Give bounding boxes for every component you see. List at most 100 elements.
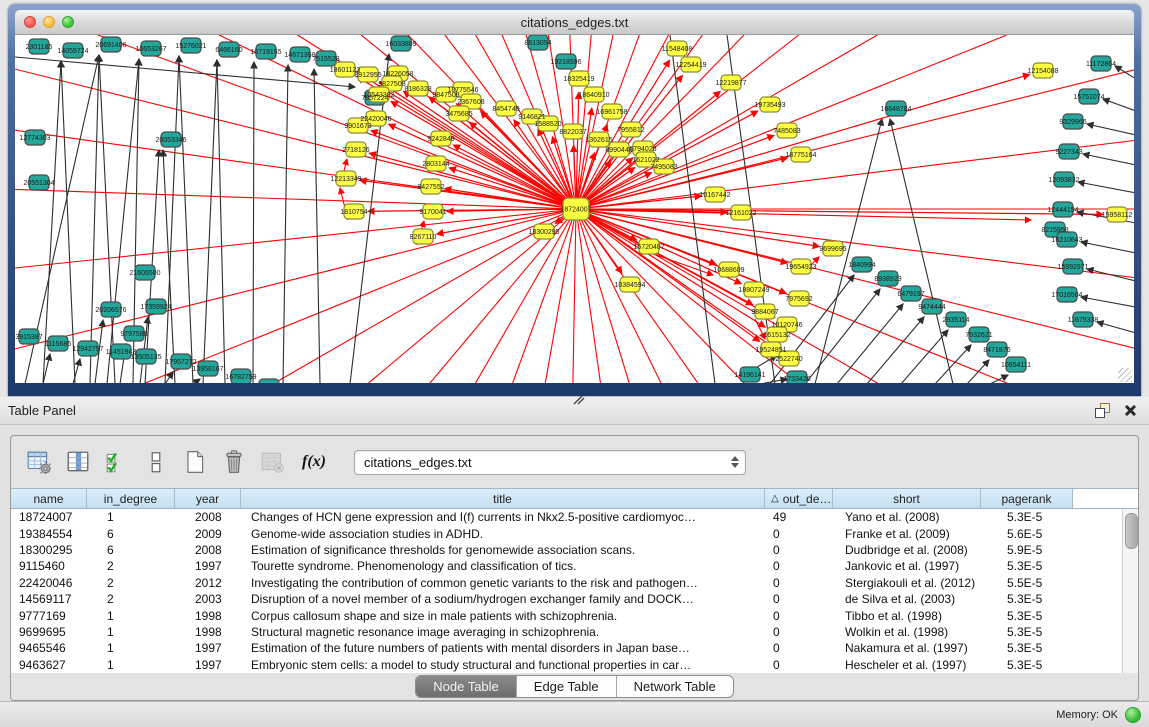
svg-text:12942757: 12942757: [72, 346, 103, 353]
column-header-short[interactable]: short: [833, 489, 981, 508]
svg-text:16033809: 16033809: [385, 41, 416, 48]
table-cell: Corpus callosum shape and size in male p…: [241, 609, 765, 623]
table-source-select[interactable]: citations_edges.txt: [354, 450, 746, 475]
table-cell: 5.3E-5: [981, 658, 1073, 672]
svg-text:7975692: 7975692: [785, 296, 812, 303]
svg-text:9901673: 9901673: [344, 123, 371, 130]
table-cell: Estimation of the future numbers of pati…: [241, 641, 765, 655]
svg-text:12219877: 12219877: [715, 80, 746, 87]
resize-grip-icon[interactable]: [1118, 368, 1132, 382]
tab-node-table[interactable]: Node Table: [416, 676, 517, 697]
table-cell: Hescheler et al. (1997): [833, 658, 981, 672]
table-column-icon[interactable]: [64, 449, 91, 476]
import-table-icon[interactable]: [259, 449, 286, 476]
table-cell: Wolkin et al. (1998): [833, 625, 981, 639]
new-document-icon[interactable]: [181, 449, 208, 476]
table-row[interactable]: 946554611997Estimation of the future num…: [11, 640, 1122, 656]
table-cell: 5.3E-5: [981, 609, 1073, 623]
table-row[interactable]: 1872400712008Changes of HCN gene express…: [11, 509, 1122, 525]
memory-status-label: Memory: OK: [1056, 709, 1118, 721]
table-cell: Stergiakouli et al. (2012): [833, 576, 981, 590]
zoom-window-button[interactable]: [62, 16, 74, 28]
svg-text:21606500: 21606500: [129, 270, 160, 277]
svg-text:17957272: 17957272: [165, 359, 196, 366]
svg-text:18724007: 18724007: [560, 207, 591, 214]
svg-text:22420046: 22420046: [360, 116, 391, 123]
svg-text:9242848: 9242848: [427, 136, 454, 143]
table-row[interactable]: 946362711997Embryonic stem cells: a mode…: [11, 657, 1122, 673]
scrollbar-thumb[interactable]: [1125, 513, 1138, 549]
table-cell: 0: [765, 543, 833, 557]
table-cell: 0: [765, 559, 833, 573]
svg-text:10167442: 10167442: [699, 192, 730, 199]
column-header-out_de[interactable]: △out_de…: [765, 489, 833, 508]
table-cell: 1998: [175, 609, 241, 623]
svg-text:16210643: 16210643: [1051, 237, 1082, 244]
graph-node[interactable]: [259, 379, 279, 383]
table-settings-icon[interactable]: [25, 449, 52, 476]
table-cell: 5.3E-5: [981, 559, 1073, 573]
column-header-in_degree[interactable]: in_degree: [87, 489, 175, 508]
svg-text:3915387: 3915387: [15, 334, 42, 341]
svg-text:2522740: 2522740: [775, 356, 802, 363]
window-title: citations_edges.txt: [521, 15, 629, 30]
svg-text:8471876: 8471876: [983, 347, 1010, 354]
table-row[interactable]: 2242004622012Investigating the contribut…: [11, 575, 1122, 591]
table-cell: 19384554: [11, 527, 87, 541]
table-header-row: namein_degreeyeartitle△out_de…shortpager…: [11, 488, 1138, 509]
table-cell: 22420046: [11, 576, 87, 590]
column-header-title[interactable]: title: [241, 489, 765, 508]
svg-text:19524851: 19524851: [755, 347, 786, 354]
delete-icon[interactable]: [220, 449, 247, 476]
minimize-window-button[interactable]: [43, 16, 55, 28]
table-row[interactable]: 977716911998Corpus callosum shape and si…: [11, 607, 1122, 623]
svg-text:20206576: 20206576: [95, 307, 126, 314]
table-row[interactable]: 969969511998Structural magnetic resonanc…: [11, 624, 1122, 640]
close-icon[interactable]: [1124, 404, 1137, 417]
tab-network-table[interactable]: Network Table: [617, 676, 733, 697]
table-cell: 6: [87, 527, 175, 541]
table-cell: 1997: [175, 641, 241, 655]
table-cell: 1: [87, 609, 175, 623]
table-row[interactable]: 1938455462009Genome-wide association stu…: [11, 525, 1122, 541]
svg-text:11548408: 11548408: [662, 46, 693, 53]
table-row[interactable]: 911546021997Tourette syndrome. Phenomeno…: [11, 558, 1122, 574]
svg-text:12254419: 12254419: [675, 62, 706, 69]
column-header-year[interactable]: year: [175, 489, 241, 508]
close-window-button[interactable]: [24, 16, 36, 28]
table-cell: 1: [87, 658, 175, 672]
svg-text:9329966: 9329966: [1059, 119, 1086, 126]
table-panel-title: Table Panel: [8, 403, 1095, 418]
table-cell: 0: [765, 641, 833, 655]
mouse-cursor: [572, 394, 586, 406]
svg-text:19218596: 19218596: [550, 59, 581, 66]
svg-text:17016504: 17016504: [1051, 292, 1082, 299]
tab-edge-table[interactable]: Edge Table: [517, 676, 617, 697]
table-cell: de Silva et al. (2003): [833, 592, 981, 606]
table-toolbar: f(x) citations_edges.txt: [11, 436, 1138, 488]
svg-text:9227343: 9227343: [1055, 149, 1082, 156]
function-builder-icon[interactable]: f(x): [302, 453, 326, 471]
float-window-icon[interactable]: [1095, 403, 1110, 418]
table-cell: Dudbridge et al. (2008): [833, 543, 981, 557]
vertical-scrollbar[interactable]: [1122, 509, 1138, 673]
table-row[interactable]: 1830029562008Estimation of significance …: [11, 542, 1122, 558]
window-titlebar[interactable]: citations_edges.txt: [15, 10, 1134, 35]
svg-text:15992971: 15992971: [1057, 264, 1088, 271]
network-canvas[interactable]: 2301186140557242069140610653267152760216…: [15, 35, 1134, 383]
svg-text:8186328: 8186328: [404, 86, 431, 93]
column-header-name[interactable]: name: [11, 489, 87, 508]
svg-text:6794028: 6794028: [629, 146, 656, 153]
table-cell: Yano et al. (2008): [833, 510, 981, 524]
table-cell: 0: [765, 527, 833, 541]
svg-text:10384594: 10384594: [614, 282, 645, 289]
select-rows-icon[interactable]: [103, 449, 130, 476]
column-header-pagerank[interactable]: pagerank: [981, 489, 1073, 508]
table-row[interactable]: 1456911722003Disruption of a novel membe…: [11, 591, 1122, 607]
merge-rows-icon[interactable]: [142, 449, 169, 476]
svg-text:12774303: 12774303: [19, 135, 50, 142]
table-cell: Tibbo et al. (1998): [833, 609, 981, 623]
table-cell: Structural magnetic resonance image aver…: [241, 625, 765, 639]
svg-text:8454749: 8454749: [492, 106, 519, 113]
svg-text:13958167: 13958167: [192, 366, 223, 373]
